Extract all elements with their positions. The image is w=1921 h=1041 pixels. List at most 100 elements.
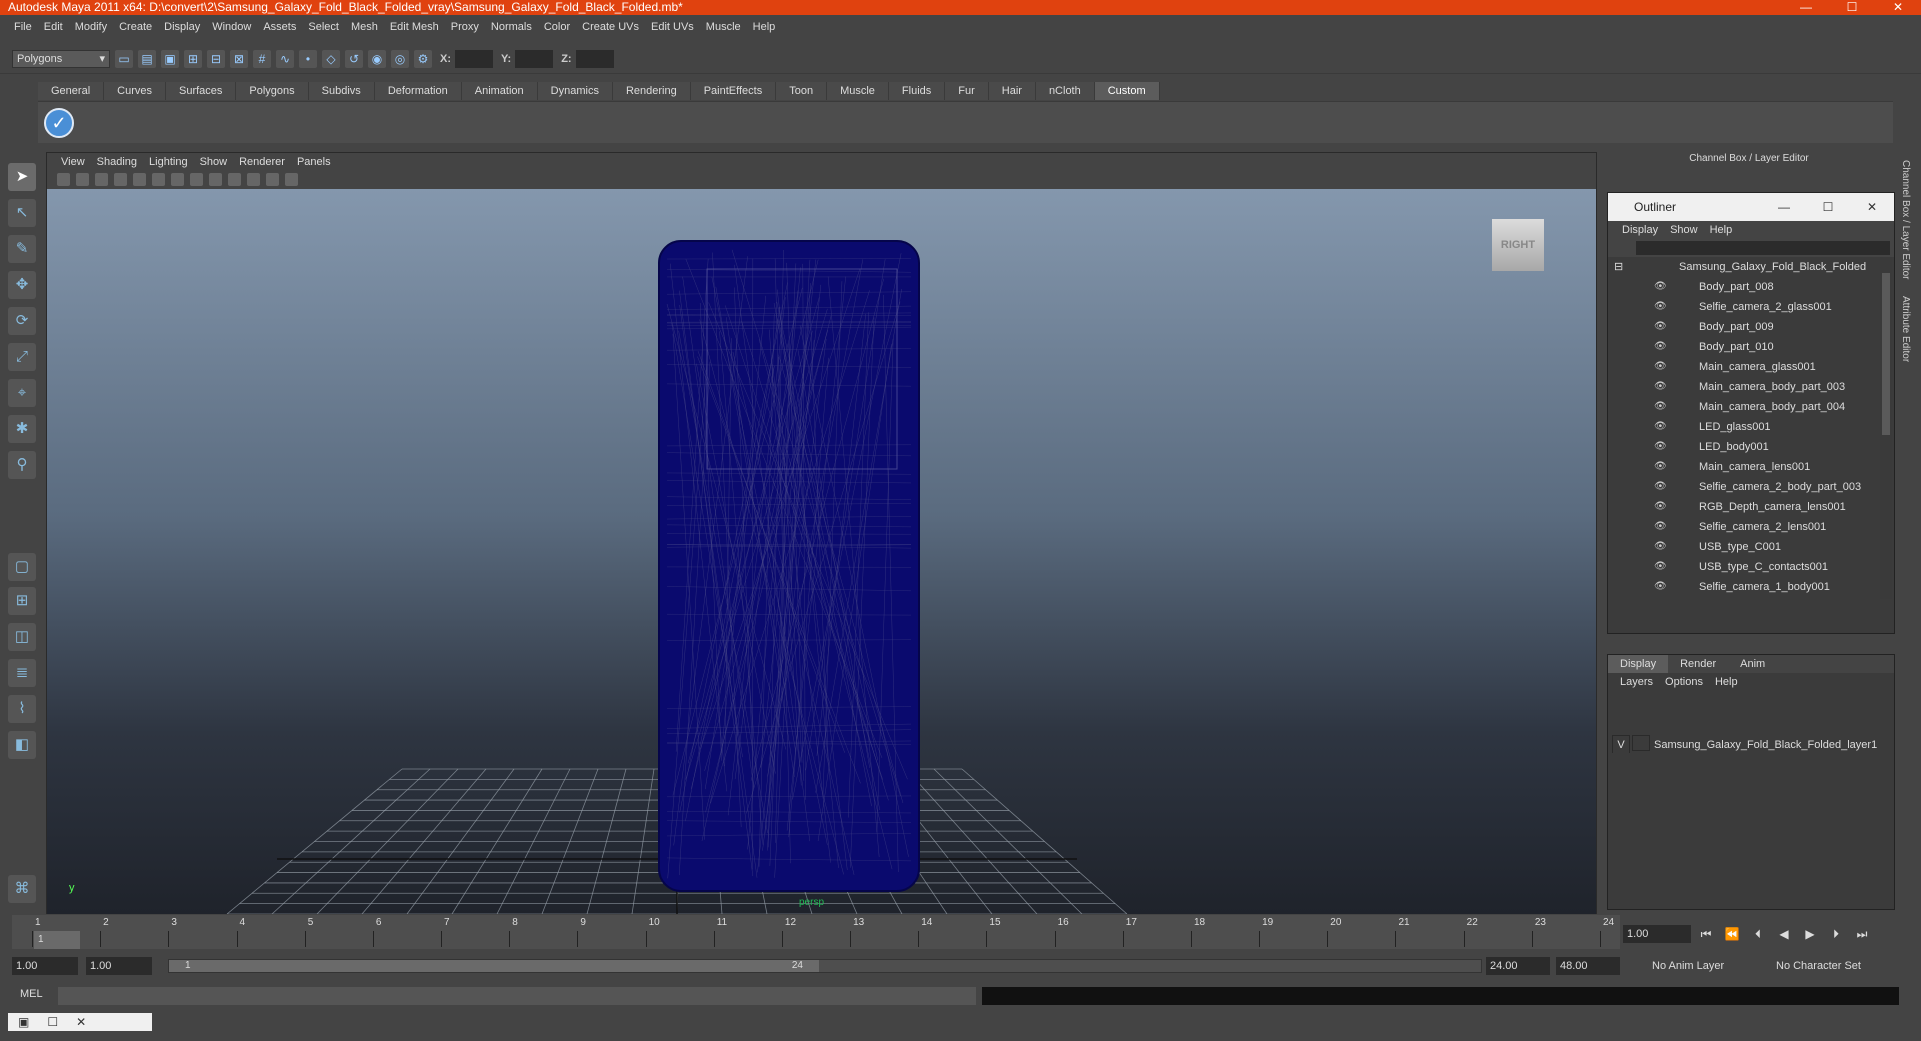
step-back-frame-icon[interactable]: ⏴ xyxy=(1749,925,1767,943)
outliner-menu-help[interactable]: Help xyxy=(1704,224,1739,236)
play-back-icon[interactable]: ◀ xyxy=(1775,925,1793,943)
rotate-tool-icon[interactable]: ⟳ xyxy=(8,307,36,335)
render-settings-icon[interactable]: ⚙ xyxy=(414,49,432,68)
outliner-item[interactable]: 👁 Body_part_010 xyxy=(1608,337,1878,357)
menu-select[interactable]: Select xyxy=(302,21,345,33)
shelf-tab-general[interactable]: General xyxy=(38,82,105,100)
soft-mod-icon[interactable]: ✱ xyxy=(8,415,36,443)
menu-normals[interactable]: Normals xyxy=(485,21,538,33)
mode-selector[interactable]: Polygons xyxy=(12,49,110,68)
menu-file[interactable]: File xyxy=(8,21,38,33)
menu-create-uvs[interactable]: Create UVs xyxy=(576,21,645,33)
render-icon[interactable]: ◉ xyxy=(368,49,386,68)
side-tab-attribute-editor[interactable]: Attribute Editor xyxy=(1900,296,1911,362)
lights-icon[interactable] xyxy=(228,172,241,186)
shelf-tab-fur[interactable]: Fur xyxy=(945,82,989,100)
outliner-search-input[interactable] xyxy=(1636,241,1890,255)
menu-edit[interactable]: Edit xyxy=(38,21,69,33)
select-component-icon[interactable]: ⊠ xyxy=(230,49,248,68)
start-time-field[interactable]: 1.00 xyxy=(12,957,78,975)
shelf-tab-polygons[interactable]: Polygons xyxy=(236,82,309,100)
close-button[interactable]: ✕ xyxy=(1875,0,1921,15)
outliner-menu-display[interactable]: Display xyxy=(1616,224,1664,236)
open-scene-icon[interactable]: ▤ xyxy=(138,49,156,68)
anim-start-field[interactable]: 1.00 xyxy=(86,957,152,975)
menu-assets[interactable]: Assets xyxy=(257,21,302,33)
layer-menu-options[interactable]: Options xyxy=(1659,676,1709,688)
menu-color[interactable]: Color xyxy=(538,21,576,33)
current-frame-marker[interactable]: 1 xyxy=(34,931,80,949)
outliner-item[interactable]: 👁 Body_part_008 xyxy=(1608,277,1878,297)
hypershade-layout-icon[interactable]: ◧ xyxy=(8,731,36,759)
layer-tab-render[interactable]: Render xyxy=(1668,655,1728,673)
close-icon[interactable]: ✕ xyxy=(76,1015,86,1029)
menu-mesh[interactable]: Mesh xyxy=(345,21,384,33)
y-field[interactable]: Y: xyxy=(501,49,554,68)
bookmark-icon[interactable] xyxy=(76,172,89,186)
menu-help[interactable]: Help xyxy=(747,21,782,33)
ipr-render-icon[interactable]: ◎ xyxy=(391,49,409,68)
command-input[interactable] xyxy=(58,987,976,1005)
quick-layout-icon[interactable]: ⌘ xyxy=(8,875,36,903)
viewport-menu-shading[interactable]: Shading xyxy=(91,156,143,168)
shelf-tab-rendering[interactable]: Rendering xyxy=(612,82,691,100)
shelf-tab-curves[interactable]: Curves xyxy=(104,82,166,100)
outliner-layout-icon[interactable]: ≣ xyxy=(8,659,36,687)
textured-icon[interactable] xyxy=(209,172,222,186)
shelf-tab-surfaces[interactable]: Surfaces xyxy=(165,82,237,100)
outliner-item[interactable]: 👁 USB_type_C001 xyxy=(1608,537,1878,557)
shelf-tab-subdivs[interactable]: Subdivs xyxy=(308,82,375,100)
show-manipulator-icon[interactable]: ⚲ xyxy=(8,451,36,479)
viewport-menu-panels[interactable]: Panels xyxy=(291,156,337,168)
character-set-dropdown[interactable]: No Character Set xyxy=(1776,957,1861,975)
collapse-icon[interactable]: ⊟ xyxy=(1614,257,1623,277)
range-bar[interactable]: 1 24 xyxy=(168,959,1482,973)
viewcube[interactable]: RIGHT xyxy=(1492,219,1544,271)
resolution-gate-icon[interactable] xyxy=(152,172,165,186)
time-slider[interactable]: 1 2 3 4 5 6 7 8 9 10 11 12 13 14 15 16 17 18 19 20 21 22 23 24 … xyxy=(12,915,1620,949)
outliner-item[interactable]: 👁 Selfie_camera_2_body_part_003 xyxy=(1608,477,1878,497)
menu-edit-mesh[interactable]: Edit Mesh xyxy=(384,21,445,33)
layer-tab-display[interactable]: Display xyxy=(1608,655,1669,673)
restore-icon[interactable]: ☐ xyxy=(47,1015,58,1029)
range-thumb[interactable]: 1 24 xyxy=(169,960,819,972)
menu-window[interactable]: Window xyxy=(206,21,257,33)
single-layout-icon[interactable]: ▢ xyxy=(8,553,36,581)
side-tab-channel-box-layer-editor[interactable]: Channel Box / Layer Editor xyxy=(1900,160,1911,280)
outliner-item[interactable]: 👁 LED_glass001 xyxy=(1608,417,1878,437)
history-icon[interactable]: ↺ xyxy=(345,49,363,68)
layer-type-toggle[interactable] xyxy=(1632,735,1650,751)
outliner-item[interactable]: 👁 Selfie_camera_2_glass001 xyxy=(1608,297,1878,317)
outliner-item[interactable]: 👁 Selfie_camera_1_body001 xyxy=(1608,577,1878,597)
step-forward-frame-icon[interactable]: ⏵ xyxy=(1827,925,1845,943)
manipulator-icon[interactable]: ⌖ xyxy=(8,379,36,407)
shelf-tab-animation[interactable]: Animation xyxy=(461,82,538,100)
graph-layout-icon[interactable]: ⌇ xyxy=(8,695,36,723)
save-scene-icon[interactable]: ▣ xyxy=(161,49,179,68)
anim-end-field[interactable]: 48.00 xyxy=(1556,957,1620,975)
scale-tool-icon[interactable]: ⤢ xyxy=(8,343,36,371)
outliner-item[interactable]: 👁 LED_body001 xyxy=(1608,437,1878,457)
end-time-field[interactable]: 24.00 xyxy=(1486,957,1550,975)
four-layout-icon[interactable]: ⊞ xyxy=(8,587,36,615)
shelf-tab-painteffects[interactable]: PaintEffects xyxy=(690,82,777,100)
viewport-menu-view[interactable]: View xyxy=(55,156,91,168)
minimized-window[interactable]: ▣ ☐ ✕ xyxy=(8,1013,152,1031)
outliner-item[interactable]: 👁 Main_camera_glass001 xyxy=(1608,357,1878,377)
paint-select-icon[interactable]: ✎ xyxy=(8,235,36,263)
step-back-key-icon[interactable]: ⏪ xyxy=(1723,925,1741,943)
anim-layer-dropdown[interactable]: No Anim Layer xyxy=(1652,957,1724,975)
shelf-tab-custom[interactable]: Custom xyxy=(1094,82,1160,100)
outliner-item[interactable]: 👁 Main_camera_body_part_003 xyxy=(1608,377,1878,397)
layer-visibility-toggle[interactable]: V xyxy=(1612,735,1630,753)
menu-create[interactable]: Create xyxy=(113,21,158,33)
camera-icon[interactable] xyxy=(57,172,70,186)
checkmark-icon[interactable]: ✓ xyxy=(44,108,74,138)
viewport-menu-renderer[interactable]: Renderer xyxy=(233,156,291,168)
move-tool-icon[interactable]: ✥ xyxy=(8,271,36,299)
current-frame-field[interactable]: 1.00 xyxy=(1623,925,1691,943)
select-object-icon[interactable]: ⊟ xyxy=(207,49,225,68)
new-scene-icon[interactable]: ▭ xyxy=(115,49,133,68)
shelf-tab-ncloth[interactable]: nCloth xyxy=(1035,82,1095,100)
shelf-tab-toon[interactable]: Toon xyxy=(776,82,828,100)
